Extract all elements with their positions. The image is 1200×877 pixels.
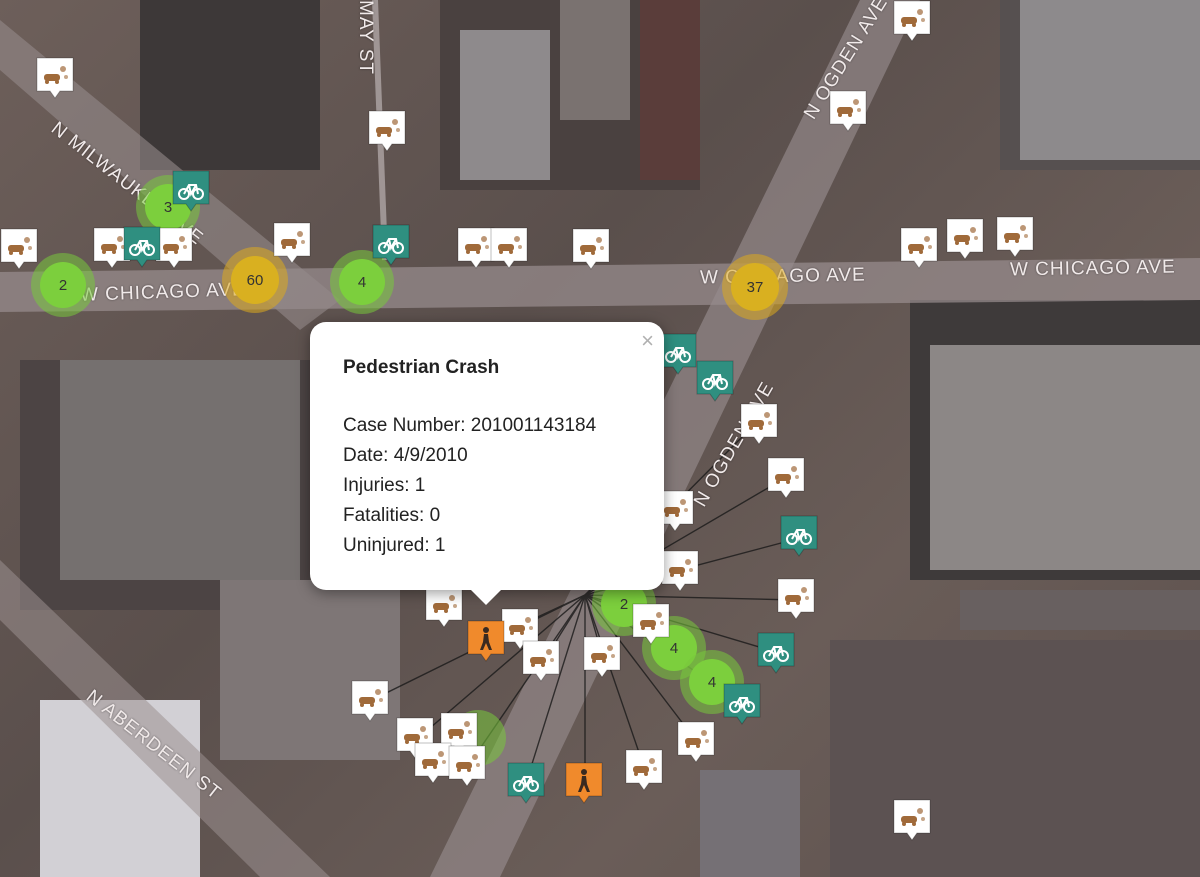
crash-info-popup: × Pedestrian Crash Case Number: 20100114… [310,322,664,605]
car-crash-marker[interactable] [632,603,670,645]
car-crash-icon [677,721,715,763]
car-crash-marker[interactable] [583,636,621,678]
pedestrian-crash-marker[interactable] [565,762,603,804]
popup-pointer [470,589,502,605]
car-crash-marker[interactable] [572,228,610,270]
car-crash-icon [425,586,463,628]
bicycle-icon [696,360,734,402]
bicycle-icon [372,224,410,266]
car-crash-icon [522,640,560,682]
popup-title: Pedestrian Crash [343,357,500,378]
car-crash-marker[interactable] [625,749,663,791]
car-crash-icon [414,742,452,784]
bicycle-crash-marker[interactable] [172,170,210,212]
cluster-count: 37 [731,263,779,311]
car-crash-marker[interactable] [893,799,931,841]
car-crash-icon [36,57,74,99]
car-crash-marker[interactable] [996,216,1034,258]
bicycle-crash-marker[interactable] [507,762,545,804]
car-crash-icon [0,228,38,270]
bicycle-crash-marker[interactable] [723,683,761,725]
car-crash-marker[interactable] [740,403,778,445]
pedestrian-icon [467,620,505,662]
car-crash-marker[interactable] [351,680,389,722]
bicycle-crash-marker[interactable] [696,360,734,402]
car-crash-marker[interactable] [767,457,805,499]
cluster-count: 2 [40,262,86,308]
car-crash-icon [583,636,621,678]
car-crash-icon [996,216,1034,258]
car-crash-marker[interactable] [829,90,867,132]
car-crash-icon [273,222,311,264]
crash-cluster[interactable]: 37 [722,254,788,320]
car-crash-marker[interactable] [368,110,406,152]
car-crash-marker[interactable] [490,227,528,269]
bicycle-icon [757,632,795,674]
close-icon[interactable]: × [641,328,654,354]
popup-injuries: Injuries: 1 [343,475,426,496]
bicycle-icon [723,683,761,725]
car-crash-icon [893,0,931,42]
car-crash-marker[interactable] [273,222,311,264]
car-crash-icon [490,227,528,269]
car-crash-icon [777,578,815,620]
bicycle-icon [659,333,697,375]
bicycle-crash-marker[interactable] [123,226,161,268]
car-crash-icon [893,799,931,841]
bicycle-icon [507,762,545,804]
bicycle-icon [123,226,161,268]
car-crash-icon [572,228,610,270]
crash-cluster[interactable]: 2 [31,253,95,317]
car-crash-marker[interactable] [522,640,560,682]
pedestrian-icon [565,762,603,804]
car-crash-marker[interactable] [893,0,931,42]
car-crash-icon [946,218,984,260]
street-label-chicago-east: W CHICAGO AVE [1009,256,1176,281]
bicycle-crash-marker[interactable] [372,224,410,266]
map-canvas[interactable]: N MILWAUKEE AVE W CHICAGO AVE W CHICAGO … [0,0,1200,877]
popup-uninjured: Uninjured: 1 [343,535,446,556]
popup-case-number: Case Number: 201001143184 [343,415,597,436]
car-crash-icon [351,680,389,722]
car-crash-icon [767,457,805,499]
popup-date: Date: 4/9/2010 [343,445,468,466]
car-crash-marker[interactable] [677,721,715,763]
bicycle-crash-marker[interactable] [757,632,795,674]
car-crash-icon [625,749,663,791]
car-crash-marker[interactable] [36,57,74,99]
street-label-may: MAY ST [355,0,376,75]
popup-fatalities: Fatalities: 0 [343,505,441,526]
bicycle-icon [172,170,210,212]
bicycle-crash-marker[interactable] [780,515,818,557]
car-crash-marker[interactable] [0,228,38,270]
car-crash-icon [632,603,670,645]
car-crash-icon [448,745,486,787]
cluster-count: 60 [231,256,279,304]
car-crash-marker[interactable] [425,586,463,628]
car-crash-marker[interactable] [661,550,699,592]
car-crash-marker[interactable] [900,227,938,269]
car-crash-marker[interactable] [946,218,984,260]
car-crash-marker[interactable] [777,578,815,620]
bicycle-icon [780,515,818,557]
car-crash-marker[interactable] [448,745,486,787]
car-crash-icon [661,550,699,592]
bicycle-crash-marker[interactable] [659,333,697,375]
car-crash-icon [740,403,778,445]
car-crash-icon [368,110,406,152]
pedestrian-crash-marker[interactable] [467,620,505,662]
car-crash-icon [829,90,867,132]
car-crash-marker[interactable] [414,742,452,784]
car-crash-icon [900,227,938,269]
